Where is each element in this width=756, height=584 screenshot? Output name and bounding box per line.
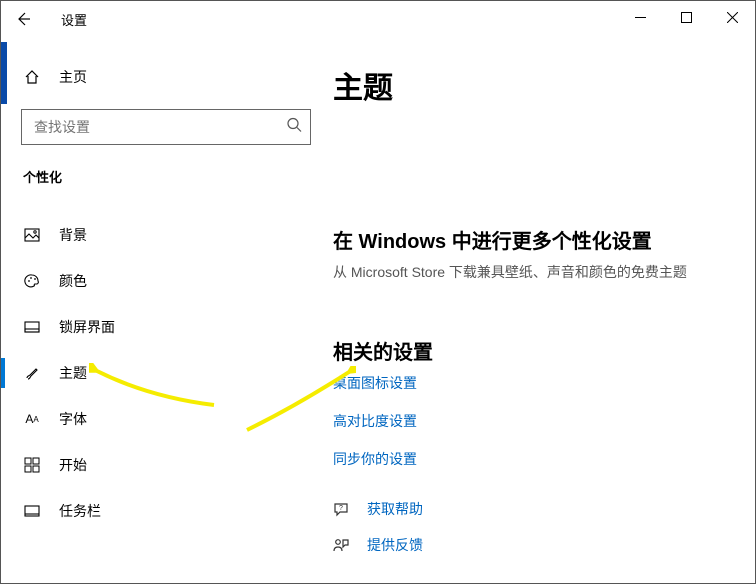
feedback-label: 提供反馈 — [367, 535, 423, 555]
picture-icon — [23, 227, 41, 243]
nav-item-background[interactable]: 背景 — [1, 212, 331, 258]
nav-list: 背景 颜色 锁屏界面 — [1, 212, 331, 534]
arrow-left-icon — [15, 11, 31, 27]
taskbar-icon — [23, 503, 41, 519]
minimize-icon — [635, 12, 646, 23]
more-heading: 在 Windows 中进行更多个性化设置 — [333, 225, 755, 254]
palette-icon — [23, 273, 41, 289]
page-heading: 主题 — [333, 63, 755, 107]
minimize-button[interactable] — [617, 1, 663, 33]
more-personalization-block: 在 Windows 中进行更多个性化设置 从 Microsoft Store 下… — [331, 225, 755, 282]
content-area: 主页 个性化 背景 — [1, 37, 755, 583]
search-icon — [286, 117, 302, 138]
nav-label: 颜色 — [59, 271, 87, 291]
nav-item-start[interactable]: 开始 — [1, 442, 331, 488]
font-icon: AA — [23, 412, 41, 426]
back-button[interactable] — [1, 1, 45, 37]
related-heading: 相关的设置 — [333, 336, 755, 365]
nav-label: 背景 — [59, 225, 87, 245]
feedback-icon — [333, 537, 351, 553]
nav-item-taskbar[interactable]: 任务栏 — [1, 488, 331, 534]
main-pane: 主题 在 Windows 中进行更多个性化设置 从 Microsoft Stor… — [331, 37, 755, 583]
left-accent-strip — [1, 42, 7, 104]
link-sync-settings[interactable]: 同步你的设置 — [333, 449, 755, 469]
chat-help-icon: ? — [333, 501, 351, 517]
nav-label: 任务栏 — [59, 501, 101, 521]
more-subtext: 从 Microsoft Store 下载兼具壁纸、声音和颜色的免费主题 — [333, 262, 755, 282]
nav-item-colors[interactable]: 颜色 — [1, 258, 331, 304]
maximize-icon — [681, 12, 692, 23]
lockscreen-icon — [23, 319, 41, 335]
nav-label: 锁屏界面 — [59, 317, 115, 337]
get-help-link[interactable]: ? 获取帮助 — [333, 499, 755, 519]
home-label: 主页 — [59, 67, 87, 87]
svg-text:?: ? — [339, 505, 343, 512]
close-icon — [727, 12, 738, 23]
settings-window: 设置 主页 — [0, 0, 756, 584]
nav-label: 字体 — [59, 409, 87, 429]
search-input[interactable] — [32, 118, 276, 136]
close-button[interactable] — [709, 1, 755, 33]
nav-item-fonts[interactable]: AA 字体 — [1, 396, 331, 442]
window-controls — [617, 1, 755, 33]
home-nav[interactable]: 主页 — [1, 57, 331, 97]
titlebar: 设置 — [1, 1, 755, 37]
nav-label: 主题 — [59, 363, 87, 383]
maximize-button[interactable] — [663, 1, 709, 33]
link-high-contrast[interactable]: 高对比度设置 — [333, 411, 755, 431]
home-icon — [23, 69, 41, 85]
nav-item-lockscreen[interactable]: 锁屏界面 — [1, 304, 331, 350]
search-wrap — [21, 109, 311, 145]
sidebar: 主页 个性化 背景 — [1, 37, 331, 583]
help-block: ? 获取帮助 提供反馈 — [331, 499, 755, 555]
window-title: 设置 — [61, 10, 87, 29]
nav-item-themes[interactable]: 主题 — [1, 350, 331, 396]
link-desktop-icons[interactable]: 桌面图标设置 — [333, 373, 755, 393]
feedback-link[interactable]: 提供反馈 — [333, 535, 755, 555]
brush-icon — [23, 365, 41, 381]
search-box[interactable] — [21, 109, 311, 145]
related-settings-block: 相关的设置 桌面图标设置 高对比度设置 同步你的设置 — [331, 336, 755, 469]
nav-label: 开始 — [59, 455, 87, 475]
section-label: 个性化 — [23, 167, 331, 186]
start-icon — [23, 457, 41, 473]
get-help-label: 获取帮助 — [367, 499, 423, 519]
